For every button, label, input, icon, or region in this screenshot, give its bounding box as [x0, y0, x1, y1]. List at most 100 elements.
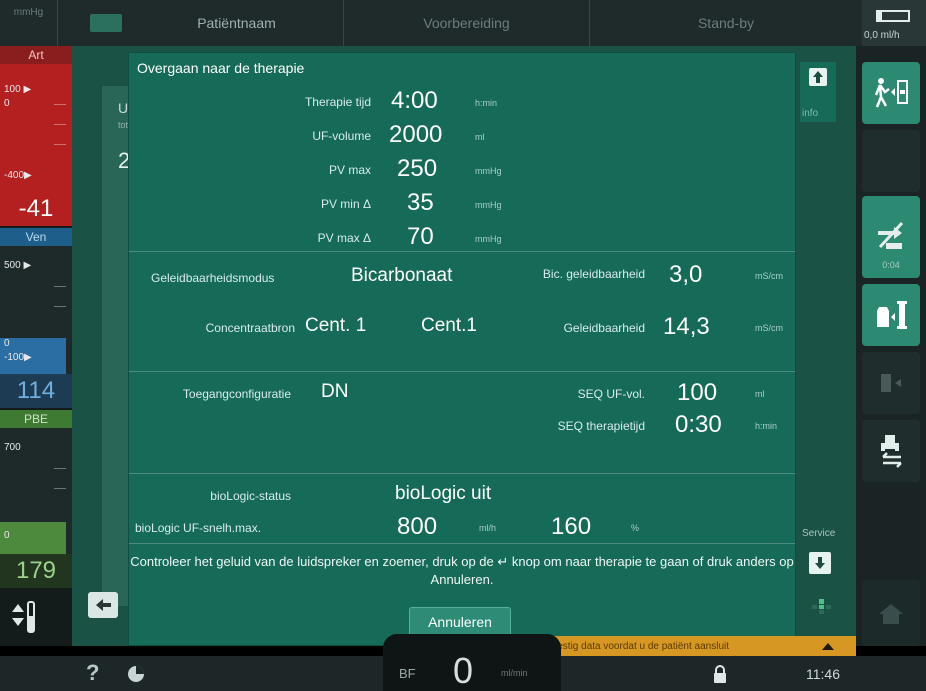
- battery-icon: [876, 10, 910, 22]
- biologic-uf-value2: 160: [551, 513, 592, 540]
- bf-unit: ml/min: [501, 668, 528, 678]
- connector-icon: [881, 435, 902, 468]
- art-label: Art: [0, 46, 72, 64]
- timer-icon[interactable]: [126, 664, 146, 684]
- right-control-column: 0:04: [856, 46, 926, 646]
- down-arrow-icon: [815, 557, 825, 569]
- pbe-scale-top: 700: [4, 442, 21, 453]
- conductivity-label: Geleidbaarheid: [563, 321, 645, 335]
- clock: 11:46: [806, 666, 840, 682]
- level-control-icon[interactable]: [8, 598, 36, 642]
- ven-pressure-bar[interactable]: 500 ▶ 0 -100▶: [0, 246, 72, 374]
- uf-volume-value: 2000: [389, 121, 443, 148]
- biologic-status-value: bioLogic uit: [395, 483, 492, 504]
- timer-button[interactable]: 0:04: [862, 196, 920, 278]
- pv-min-delta-unit: mmHg: [475, 200, 502, 210]
- seq-uf-vol-unit: ml: [755, 389, 765, 399]
- mode-standby: Stand-by: [697, 15, 755, 31]
- biologic-uf-unit2: %: [631, 523, 640, 533]
- dialog-title: Overgaan naar de therapie: [137, 60, 305, 76]
- empty-slot: [862, 130, 920, 192]
- connection-button[interactable]: [862, 420, 920, 482]
- therapy-transition-dialog: Overgaan naar de therapie Therapie tijd …: [128, 52, 796, 646]
- up-arrow-icon: [809, 68, 827, 86]
- bf-label: BF: [399, 666, 416, 681]
- uf-volume-unit: ml: [475, 132, 485, 142]
- ven-label: Ven: [0, 228, 72, 246]
- info-label: info: [802, 108, 819, 119]
- patient-name[interactable]: Patiëntnaam: [130, 0, 344, 46]
- art-pressure-bar[interactable]: 100 ▶ 0 -400▶: [0, 64, 72, 192]
- divider: [129, 473, 795, 474]
- timer-label: 0:04: [882, 260, 900, 270]
- therapy-time-value: 4:00: [391, 87, 438, 114]
- left-arrow-icon: [96, 599, 111, 611]
- divider: [129, 543, 795, 544]
- network-status-icon: [808, 596, 836, 616]
- confirmation-message: Controleer het geluid van de luidspreker…: [130, 554, 794, 587]
- cond-mode-value: Bicarbonaat: [351, 265, 453, 286]
- home-button[interactable]: [862, 580, 920, 646]
- pv-max-delta-unit: mmHg: [475, 234, 502, 244]
- therapy-time-unit: h:min: [475, 98, 498, 108]
- divider: [129, 371, 795, 372]
- ven-scale-top: 500 ▶: [4, 260, 32, 271]
- help-button[interactable]: ?: [86, 660, 99, 686]
- connect-patient-button[interactable]: [862, 62, 920, 124]
- patient-card-icon[interactable]: [90, 14, 122, 32]
- caret-up-icon: [822, 643, 834, 650]
- pressure-unit: mmHg: [0, 0, 58, 46]
- conc-source-value1: Cent. 1: [305, 315, 367, 336]
- cancel-button[interactable]: Annuleren: [409, 607, 511, 637]
- seq-time-unit: h:min: [755, 421, 778, 431]
- pv-min-delta-label: PV min Δ: [320, 197, 371, 211]
- bf-value: 0: [453, 650, 474, 691]
- art-pressure-value: -41: [0, 192, 72, 226]
- lock-icon[interactable]: [712, 664, 728, 684]
- ven-pressure-value: 114: [0, 374, 72, 408]
- access-config-value: DN: [321, 381, 349, 402]
- conductivity-value: 14,3: [663, 313, 710, 340]
- walking-person-icon: [874, 78, 908, 108]
- conc-source-label: Concentraatbron: [205, 321, 295, 335]
- scroll-down-button[interactable]: [809, 552, 831, 574]
- phase-preparation: Voorbereiding: [344, 0, 590, 46]
- access-config-label: Toegangconfiguratie: [182, 387, 291, 401]
- pv-max-value: 250: [397, 155, 438, 182]
- fluid-button[interactable]: [862, 284, 920, 346]
- uf-rate-indicator: 0,0 ml/h: [862, 0, 926, 46]
- biologic-uf-unit: ml/h: [479, 523, 497, 533]
- pressure-column: Art 100 ▶ 0 -400▶ -41 Ven 500 ▶ 0 -100▶ …: [0, 46, 72, 646]
- no-bypass-icon: [878, 221, 904, 249]
- top-status-bar: mmHg Patiëntnaam Voorbereiding Stand-by …: [0, 0, 926, 46]
- home-icon: [879, 604, 903, 624]
- concentrate-icon: [877, 301, 907, 329]
- biologic-uf-label: bioLogic UF-snelh.max.: [135, 521, 262, 535]
- service-label: Service: [802, 528, 836, 539]
- art-scale-zero: 0: [4, 98, 10, 109]
- ven-scale-bottom: -100▶: [4, 352, 32, 363]
- notice-bar: Bevestig data voordat u de patiënt aansl…: [530, 636, 800, 656]
- blood-flow-display[interactable]: BF 0 ml/min: [383, 634, 561, 691]
- pbe-pressure-bar[interactable]: 700 0: [0, 428, 72, 554]
- divider: [129, 251, 795, 252]
- ven-scale-zero: 0: [4, 338, 10, 349]
- cond-mode-label: Geleidbaarheidsmodus: [151, 271, 275, 285]
- pbe-scale-zero: 0: [4, 530, 10, 541]
- seq-time-value: 0:30: [675, 411, 722, 438]
- notice-expand-button[interactable]: [800, 636, 856, 656]
- seq-uf-vol-label: SEQ UF-vol.: [577, 387, 645, 401]
- conductivity-unit: mS/cm: [755, 323, 783, 333]
- seq-uf-vol-value: 100: [677, 379, 718, 406]
- pv-max-label: PV max: [328, 163, 371, 177]
- bag-icon: [881, 374, 901, 392]
- uf-volume-label: UF-volume: [312, 129, 371, 143]
- pv-max-delta-value: 70: [407, 223, 434, 250]
- pv-min-delta-value: 35: [407, 189, 434, 216]
- pbe-pressure-value: 179: [0, 554, 72, 588]
- conc-source-value2: Cent.1: [421, 315, 477, 336]
- art-scale-bottom: -400▶: [4, 170, 32, 181]
- back-button[interactable]: [88, 592, 118, 618]
- biologic-status-label: bioLogic-status: [210, 489, 291, 503]
- pv-max-unit: mmHg: [475, 166, 502, 176]
